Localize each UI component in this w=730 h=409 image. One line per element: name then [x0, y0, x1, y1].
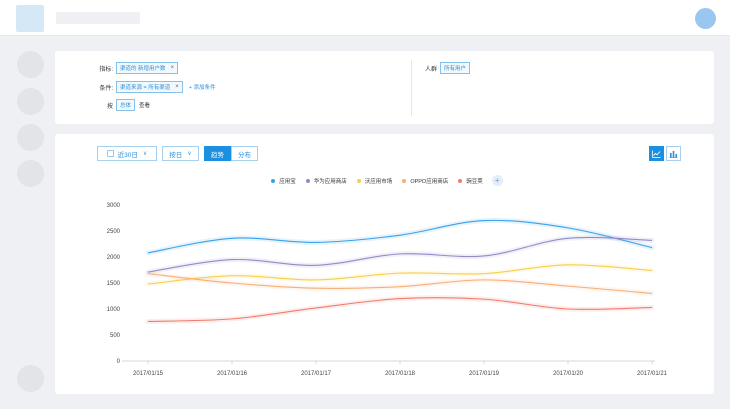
condition-tag[interactable]: 渠道来源 = 所有渠道 × [116, 81, 183, 93]
user-avatar[interactable] [695, 8, 716, 29]
y-tick-label: 1000 [107, 307, 121, 313]
chart-panel: 近30日 ∨ 按日 ∨ 趋势 分布 应用宝 华为应用商店 沃应用市场 OPPO应用商店… [55, 134, 714, 394]
y-tick-label: 3000 [107, 203, 121, 209]
y-tick-label: 0 [117, 359, 121, 365]
metric-row: 指标: 渠道的 新增用户数 × [55, 62, 179, 74]
remove-condition-icon[interactable]: × [175, 84, 179, 90]
metric-tag[interactable]: 渠道的 新增用户数 × [116, 62, 179, 74]
group-suffix: 查看 [139, 103, 151, 109]
group-tag[interactable]: 总体 [116, 99, 136, 111]
audience-row: 人群 所有用户 [407, 62, 471, 74]
x-tick-label: 2017/01/15 [133, 371, 164, 377]
audience-label: 人群 [424, 66, 437, 73]
condition-row: 条件: 渠道来源 = 所有渠道 × + 添加条件 [55, 81, 216, 93]
x-tick-label: 2017/01/21 [637, 371, 668, 377]
top-bar [0, 0, 730, 36]
sidebar-nav-item-1[interactable] [17, 51, 44, 78]
sidebar-nav-item-4[interactable] [17, 160, 44, 187]
audience-tag[interactable]: 所有用户 [440, 62, 471, 74]
sidebar-nav-item-bottom[interactable] [17, 365, 44, 392]
y-tick-label: 2000 [107, 255, 121, 261]
x-tick-label: 2017/01/16 [217, 371, 248, 377]
x-tick-label: 2017/01/17 [301, 371, 332, 377]
group-row: 按 总体 查看 [55, 99, 150, 111]
y-tick-label: 2500 [107, 229, 121, 235]
group-label: 按 [106, 103, 113, 110]
trend-line-chart: 0 500 1000 1500 2000 2500 3000 2017/01/15 2017/0… [107, 203, 668, 377]
app-title-placeholder [56, 12, 140, 24]
metric-label: 指标: [99, 66, 113, 73]
metric-tag-text: 渠道的 新增用户数 [120, 66, 166, 72]
add-condition-link[interactable]: + 添加条件 [189, 83, 216, 91]
sidebar-nav-item-3[interactable] [17, 124, 44, 151]
filter-panel: 指标: 渠道的 新增用户数 × 条件: 渠道来源 = 所有渠道 × + 添加条件… [55, 51, 714, 124]
x-tick-label: 2017/01/18 [385, 371, 416, 377]
y-tick-label: 1500 [107, 281, 121, 287]
x-tick-label: 2017/01/19 [469, 371, 500, 377]
condition-tag-text: 渠道来源 = 所有渠道 [120, 85, 171, 91]
app-logo[interactable] [16, 5, 44, 32]
x-tick-label: 2017/01/20 [553, 371, 584, 377]
condition-label: 条件: [99, 85, 113, 92]
y-tick-label: 500 [110, 333, 121, 339]
remove-metric-icon[interactable]: × [171, 65, 175, 71]
sidebar-nav-item-2[interactable] [17, 88, 44, 115]
